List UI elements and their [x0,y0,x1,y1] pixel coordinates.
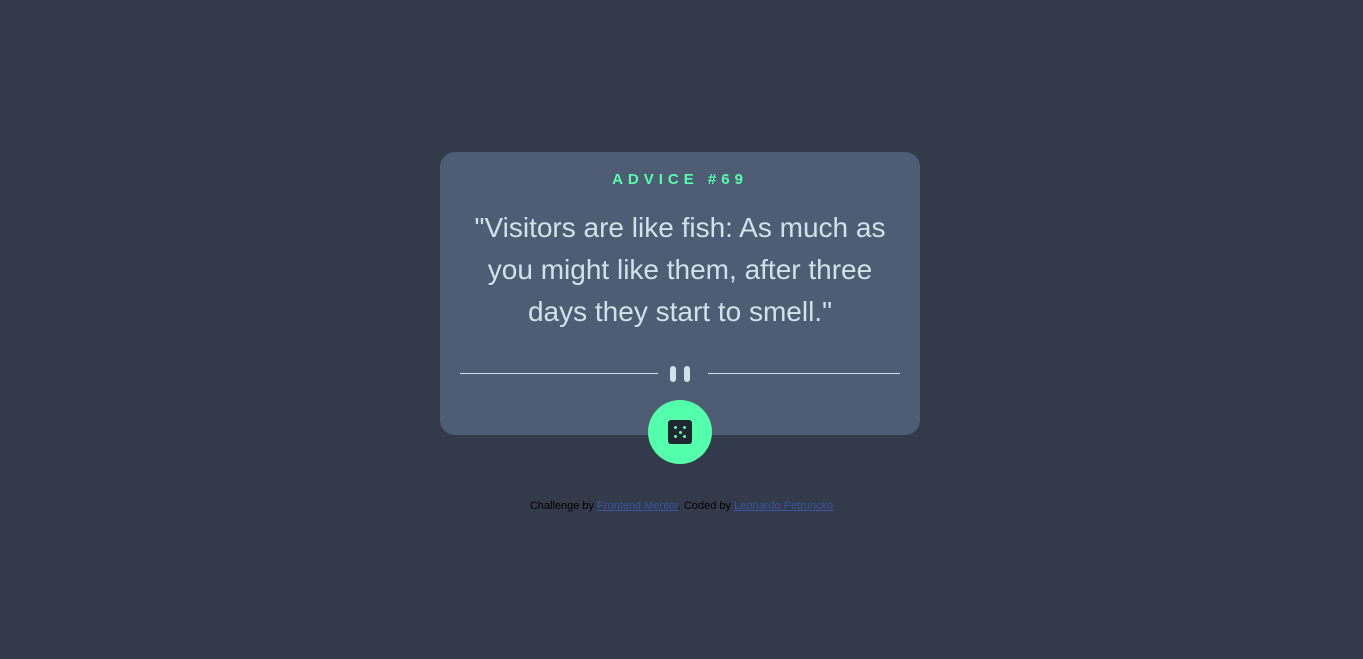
dice-icon [668,420,692,444]
author-link[interactable]: Leonardo Petruncko [734,500,833,512]
advice-id-label: ADVICE #69 [612,171,748,188]
page: ADVICE #69 "Visitors are like fish: As m… [0,0,1363,659]
pause-icon [670,366,690,382]
divider-line-left [460,373,658,374]
divider-line-right [708,373,900,374]
attribution-separator: . Coded by [677,500,735,512]
attribution-challenge-text: Challenge by [529,500,598,512]
advice-quote: "Visitors are like fish: As much as you … [474,212,886,327]
new-advice-button[interactable] [648,400,712,464]
advice-card: ADVICE #69 "Visitors are like fish: As m… [440,152,920,435]
pattern-divider [460,364,900,384]
frontend-mentor-link[interactable]: Frontend Mentor [597,500,678,512]
attribution-footer: Challenge by Frontend Mentor. Coded by L… [0,499,1363,513]
